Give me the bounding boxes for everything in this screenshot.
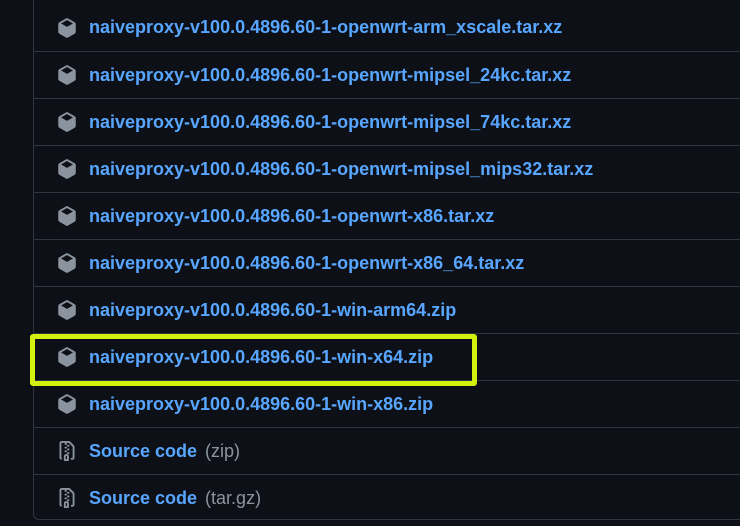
asset-link[interactable]: naiveproxy-v100.0.4896.60-1-win-x86.zip (89, 394, 433, 415)
package-icon (56, 64, 78, 86)
asset-link[interactable]: naiveproxy-v100.0.4896.60-1-openwrt-x86.… (89, 206, 494, 227)
asset-row[interactable]: naiveproxy-v100.0.4896.60-1-openwrt-x86.… (34, 192, 740, 239)
asset-row[interactable]: naiveproxy-v100.0.4896.60-1-win-x86.zip (34, 380, 740, 427)
source-code-link[interactable]: Source code (zip) (89, 441, 240, 462)
asset-link[interactable]: naiveproxy-v100.0.4896.60-1-win-x64.zip (89, 347, 433, 368)
source-code-link[interactable]: Source code (tar.gz) (89, 488, 261, 509)
source-code-targz-row[interactable]: Source code (tar.gz) (34, 474, 740, 521)
file-zip-icon (56, 440, 78, 462)
package-icon (56, 17, 78, 39)
source-code-format: (zip) (205, 440, 241, 461)
source-code-format: (tar.gz) (205, 487, 262, 508)
asset-link[interactable]: naiveproxy-v100.0.4896.60-1-openwrt-mips… (89, 112, 571, 133)
package-icon (56, 158, 78, 180)
asset-link[interactable]: naiveproxy-v100.0.4896.60-1-openwrt-x86_… (89, 253, 524, 274)
asset-row[interactable]: naiveproxy-v100.0.4896.60-1-openwrt-mips… (34, 98, 740, 145)
package-icon (56, 393, 78, 415)
package-icon (56, 252, 78, 274)
file-zip-icon (56, 487, 78, 509)
asset-row[interactable]: naiveproxy-v100.0.4896.60-1-win-arm64.zi… (34, 286, 740, 333)
package-icon (56, 346, 78, 368)
asset-link[interactable]: naiveproxy-v100.0.4896.60-1-win-arm64.zi… (89, 300, 456, 321)
asset-row[interactable]: naiveproxy-v100.0.4896.60-1-openwrt-mips… (34, 51, 740, 98)
package-icon (56, 205, 78, 227)
package-icon (56, 299, 78, 321)
asset-row[interactable]: naiveproxy-v100.0.4896.60-1-openwrt-x86_… (34, 239, 740, 286)
asset-row[interactable]: naiveproxy-v100.0.4896.60-1-openwrt-arm_… (34, 4, 740, 51)
asset-row-win-x64[interactable]: naiveproxy-v100.0.4896.60-1-win-x64.zip (34, 333, 740, 380)
package-icon (56, 111, 78, 133)
source-code-label: Source code (89, 440, 198, 461)
asset-row[interactable]: naiveproxy-v100.0.4896.60-1-openwrt-mips… (34, 145, 740, 192)
asset-link[interactable]: naiveproxy-v100.0.4896.60-1-openwrt-mips… (89, 159, 593, 180)
asset-link[interactable]: naiveproxy-v100.0.4896.60-1-openwrt-arm_… (89, 17, 562, 38)
source-code-zip-row[interactable]: Source code (zip) (34, 427, 740, 474)
asset-link[interactable]: naiveproxy-v100.0.4896.60-1-openwrt-mips… (89, 65, 571, 86)
source-code-label: Source code (89, 487, 198, 508)
release-assets-list: naiveproxy-v100.0.4896.60-1-openwrt-arm_… (33, 0, 740, 520)
